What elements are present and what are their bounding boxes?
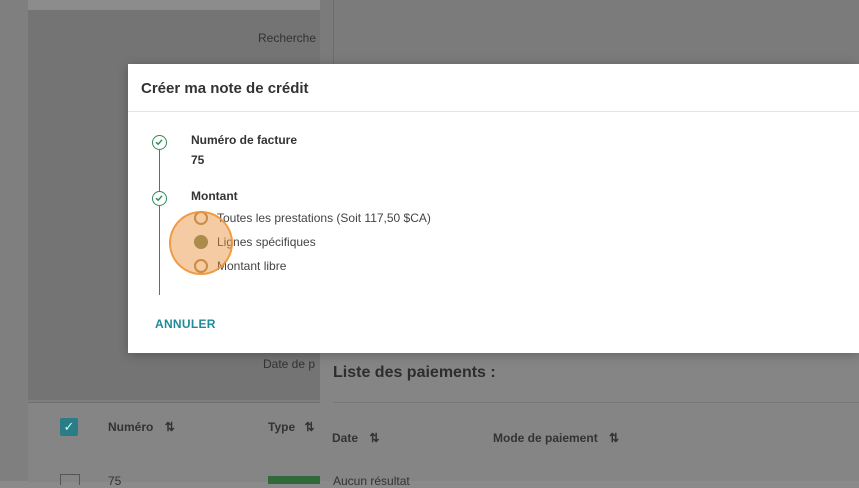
payments-title: Liste des paiements : [333, 364, 496, 381]
step-invoice-number-label: Numéro de facture [191, 133, 298, 147]
sort-icon: ⇅ [609, 431, 620, 445]
radio-all-services-label[interactable]: Toutes les prestations (Soit 117,50 $CA) [217, 211, 431, 225]
step-amount-label: Montant [191, 189, 238, 203]
type-badge [268, 476, 320, 484]
click-highlight [169, 211, 233, 275]
background-date-label: Date de p [263, 357, 316, 371]
column-header-type-label: Type [268, 420, 296, 434]
divider [333, 402, 859, 403]
dialog-title: Créer ma note de crédit [141, 80, 309, 97]
column-header-numero-label: Numéro [108, 420, 154, 434]
sort-icon: ⇅ [369, 431, 380, 445]
payments-empty-text: Aucun résultat [333, 474, 410, 488]
sort-icon: ⇅ [304, 420, 315, 434]
background-table [28, 402, 320, 482]
background-search-label: Recherche [258, 31, 317, 45]
radio-free-amount-label[interactable]: Montant libre [217, 259, 286, 273]
row-number: 75 [108, 474, 122, 488]
cancel-button[interactable]: ANNULER [155, 317, 216, 331]
row-checkbox[interactable] [60, 474, 80, 485]
step-invoice-number-value: 75 [191, 153, 205, 167]
payments-column-mode[interactable]: Mode de paiement ⇅ [493, 431, 619, 445]
column-header-numero[interactable]: Numéro ⇅ [108, 420, 175, 434]
payments-column-mode-label: Mode de paiement [493, 431, 598, 445]
stepper-line [159, 150, 160, 295]
divider [333, 0, 334, 64]
divider [128, 111, 859, 112]
payments-column-date[interactable]: Date ⇅ [332, 431, 379, 445]
select-all-checkbox[interactable]: ✓ [60, 418, 78, 436]
step-complete-check-icon [152, 135, 167, 150]
column-header-type[interactable]: Type ⇅ [268, 420, 315, 434]
sort-icon: ⇅ [164, 420, 175, 434]
payments-column-date-label: Date [332, 431, 359, 445]
credit-note-dialog: Créer ma note de crédit Numéro de factur… [128, 64, 859, 353]
step-complete-check-icon [152, 191, 167, 206]
